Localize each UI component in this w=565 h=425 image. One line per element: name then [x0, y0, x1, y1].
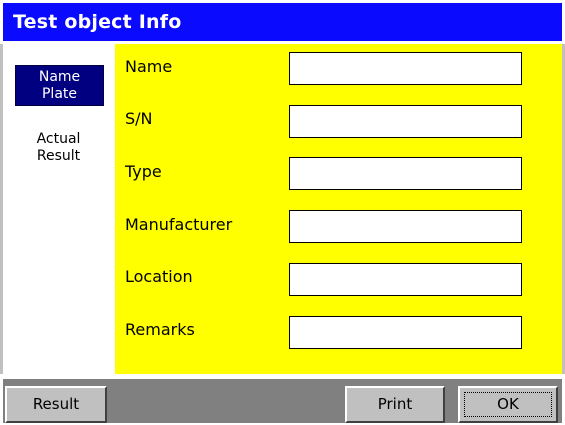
window-title: Test object Info [13, 11, 182, 33]
footer-bar: Result Print OK [0, 374, 565, 425]
manufacturer-label: Manufacturer [125, 215, 233, 234]
sidebar-item-name-plate[interactable]: Name Plate [15, 65, 104, 106]
name-label: Name [125, 57, 173, 76]
app-window: Test object Info Name Plate Actual Resul… [0, 0, 565, 425]
location-label: Location [125, 267, 193, 286]
type-field-box [289, 157, 522, 190]
name-field[interactable] [290, 53, 521, 84]
content-area: Name Plate Actual Result Name S/N Type M… [3, 44, 562, 374]
title-bar: Test object Info [0, 0, 565, 44]
ok-button[interactable]: OK [458, 386, 558, 423]
focus-rect [464, 392, 552, 417]
remarks-field-box [289, 316, 522, 349]
sidebar: Name Plate Actual Result [3, 44, 115, 374]
result-button[interactable]: Result [5, 386, 107, 423]
remarks-field[interactable] [290, 317, 521, 348]
manufacturer-field-box [289, 210, 522, 243]
print-button[interactable]: Print [345, 386, 445, 423]
type-field[interactable] [290, 158, 521, 189]
sidebar-item-label: Actual Result [36, 131, 81, 164]
type-label: Type [125, 162, 162, 181]
remarks-label: Remarks [125, 320, 195, 339]
name-field-box [289, 52, 522, 85]
sidebar-item-label: Name Plate [38, 69, 81, 102]
sn-label: S/N [125, 109, 153, 128]
location-field-box [289, 263, 522, 296]
title-bar-fill: Test object Info [3, 3, 562, 41]
location-field[interactable] [290, 264, 521, 295]
manufacturer-field[interactable] [290, 211, 521, 242]
sidebar-item-actual-result[interactable]: Actual Result [15, 131, 102, 167]
sn-field-box [289, 105, 522, 138]
footer-strip: Result Print OK [3, 379, 562, 423]
sn-field[interactable] [290, 106, 521, 137]
